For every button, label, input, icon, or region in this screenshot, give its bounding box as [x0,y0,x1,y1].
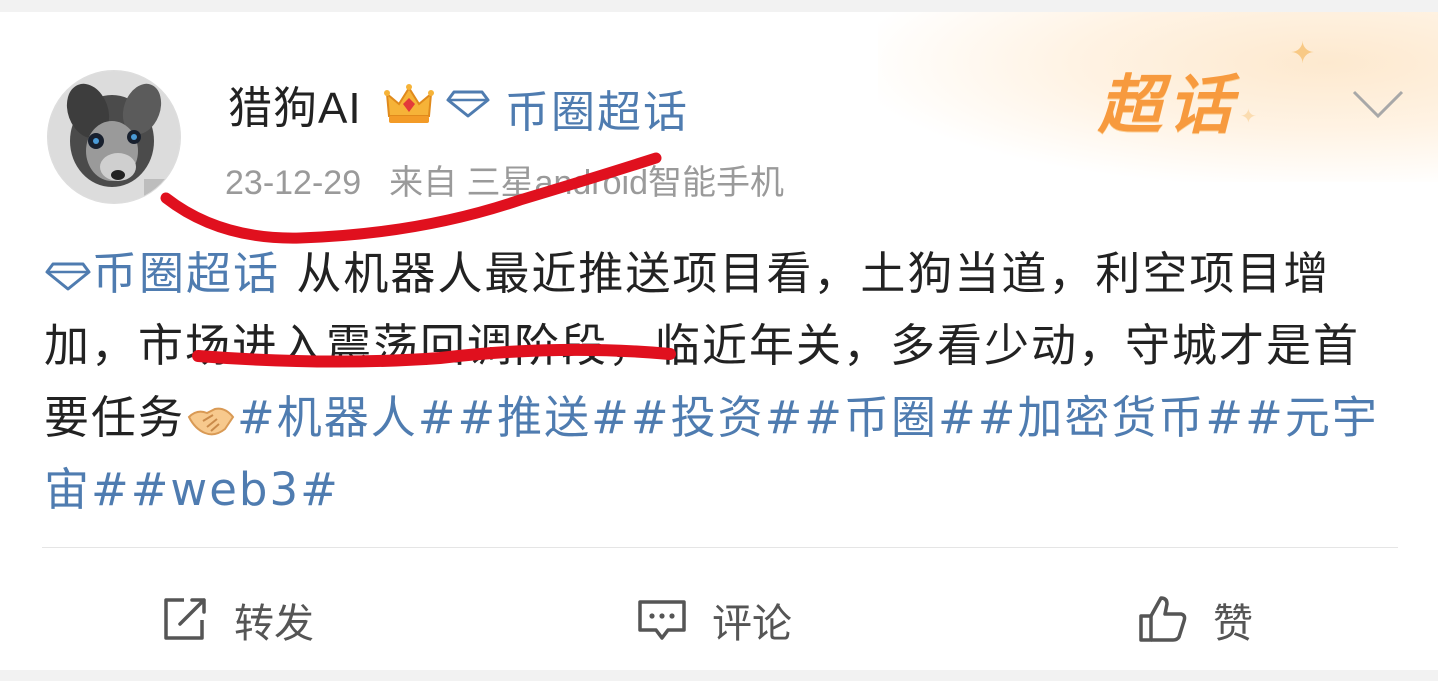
author-avatar[interactable] [47,70,181,204]
chevron-down-icon[interactable] [1350,86,1406,122]
post-date: 23-12-29 [225,164,362,202]
robot-dog-avatar-image [48,71,180,203]
sparkle-icon: ✦ [1290,36,1316,71]
hashtag-link[interactable]: #机器人# [237,391,457,444]
comment-button[interactable]: 评论 [636,590,792,650]
author-name[interactable]: 猎狗AI [228,72,362,136]
vip-crown-icon [384,84,434,123]
hashtag-link[interactable]: #币圈# [804,391,977,444]
supertopic-badge: 超话 [1098,69,1238,143]
post-meta: 23-12-29 来自 三星android智能手机 [225,155,784,204]
post-content: 币圈超话 从机器人最近推送项目看，土狗当道，利空项目增加，市场进入震荡回调阶段，… [44,238,1404,526]
weibo-post-card: ✦ ✦ 猎狗AI 币圈超话 超话 23-12-29 来自 三星android智能… [0,12,1438,670]
comment-label: 评论 [712,601,792,647]
repost-button[interactable]: 转发 [158,590,314,650]
comment-icon [638,600,686,640]
hashtag-link[interactable]: #web3# [131,463,340,516]
like-button[interactable]: 赞 [1137,590,1253,650]
topic-link[interactable]: 币圈超话 [92,247,280,300]
hashtag-link[interactable]: #加密货币# [978,391,1245,444]
sparkle-icon: ✦ [1240,104,1257,128]
hashtag-link[interactable]: #推送# [457,391,630,444]
post-text-highlight: 市场进入震荡回调阶段 [138,319,609,372]
repost-icon [164,598,206,640]
actions-divider [42,547,1398,548]
thumbs-up-icon [1139,596,1187,642]
post-source: 来自 三星android智能手机 [389,164,784,202]
repost-label: 转发 [234,601,314,647]
hashtag-link[interactable]: #投资# [631,391,804,444]
like-label: 赞 [1213,601,1253,647]
supertopic-diamond-icon [446,90,490,118]
supertopic-link[interactable]: 币圈超话 [505,76,689,140]
supertopic-diamond-icon [45,262,91,291]
handshake-emoji-icon [187,407,235,436]
